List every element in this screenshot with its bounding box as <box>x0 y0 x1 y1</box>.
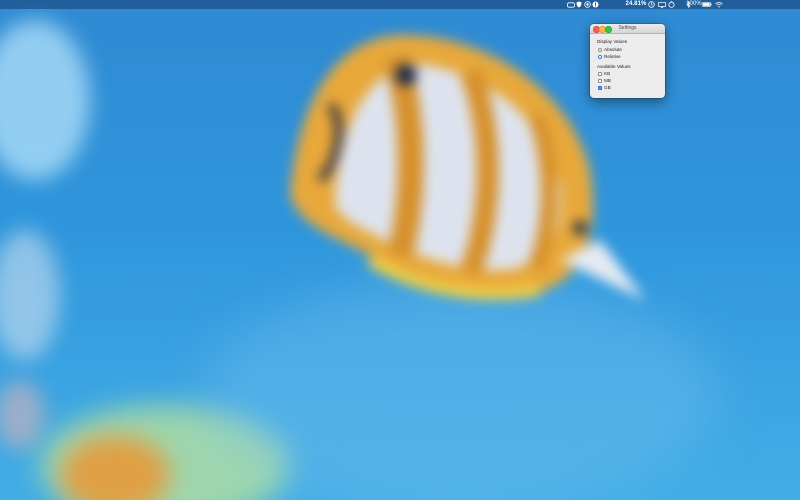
timer-icon[interactable] <box>667 0 675 9</box>
usage-readout[interactable]: 24.81% <box>624 0 648 9</box>
checkmark-icon <box>599 87 601 89</box>
available-values-label: Available Values <box>597 64 631 69</box>
menu-bar: 24.81% 100% <box>0 0 800 9</box>
circle-icon[interactable] <box>583 0 591 9</box>
absolute-radio[interactable] <box>598 48 602 52</box>
window-titlebar[interactable]: Settings <box>590 24 665 34</box>
mb-checkbox-option[interactable]: MB <box>598 78 611 84</box>
relative-label: Relative <box>604 54 621 59</box>
gb-checkbox[interactable] <box>598 86 602 90</box>
clock-icon[interactable] <box>647 0 655 9</box>
battery-percent[interactable]: 100% <box>686 0 702 9</box>
battery-icon[interactable] <box>702 0 712 9</box>
vr-icon[interactable] <box>566 0 575 9</box>
settings-window: Settings Display Values Absolute Relativ… <box>590 24 665 98</box>
shield-icon[interactable] <box>575 0 583 9</box>
relative-radio[interactable] <box>598 55 602 59</box>
fish-illustration <box>290 34 645 300</box>
desktop: 24.81% 100% Settings Display Values Abso… <box>0 0 800 500</box>
airplay-icon[interactable] <box>657 0 666 9</box>
zoom-button[interactable] <box>605 26 612 33</box>
kb-label: KB <box>604 71 611 76</box>
absolute-label: Absolute <box>604 47 622 52</box>
gb-label: GB <box>604 85 611 90</box>
coin-icon[interactable] <box>591 0 599 9</box>
wallpaper <box>0 0 800 500</box>
kb-checkbox-option[interactable]: KB <box>598 71 610 77</box>
kb-checkbox[interactable] <box>598 72 602 76</box>
display-values-label: Display Values <box>597 39 628 44</box>
mb-checkbox[interactable] <box>598 79 602 83</box>
gb-checkbox-option[interactable]: GB <box>598 85 611 91</box>
relative-radio-option[interactable]: Relative <box>598 54 621 60</box>
absolute-radio-option[interactable]: Absolute <box>598 47 622 53</box>
mb-label: MB <box>604 78 611 83</box>
wifi-icon[interactable] <box>714 0 723 9</box>
